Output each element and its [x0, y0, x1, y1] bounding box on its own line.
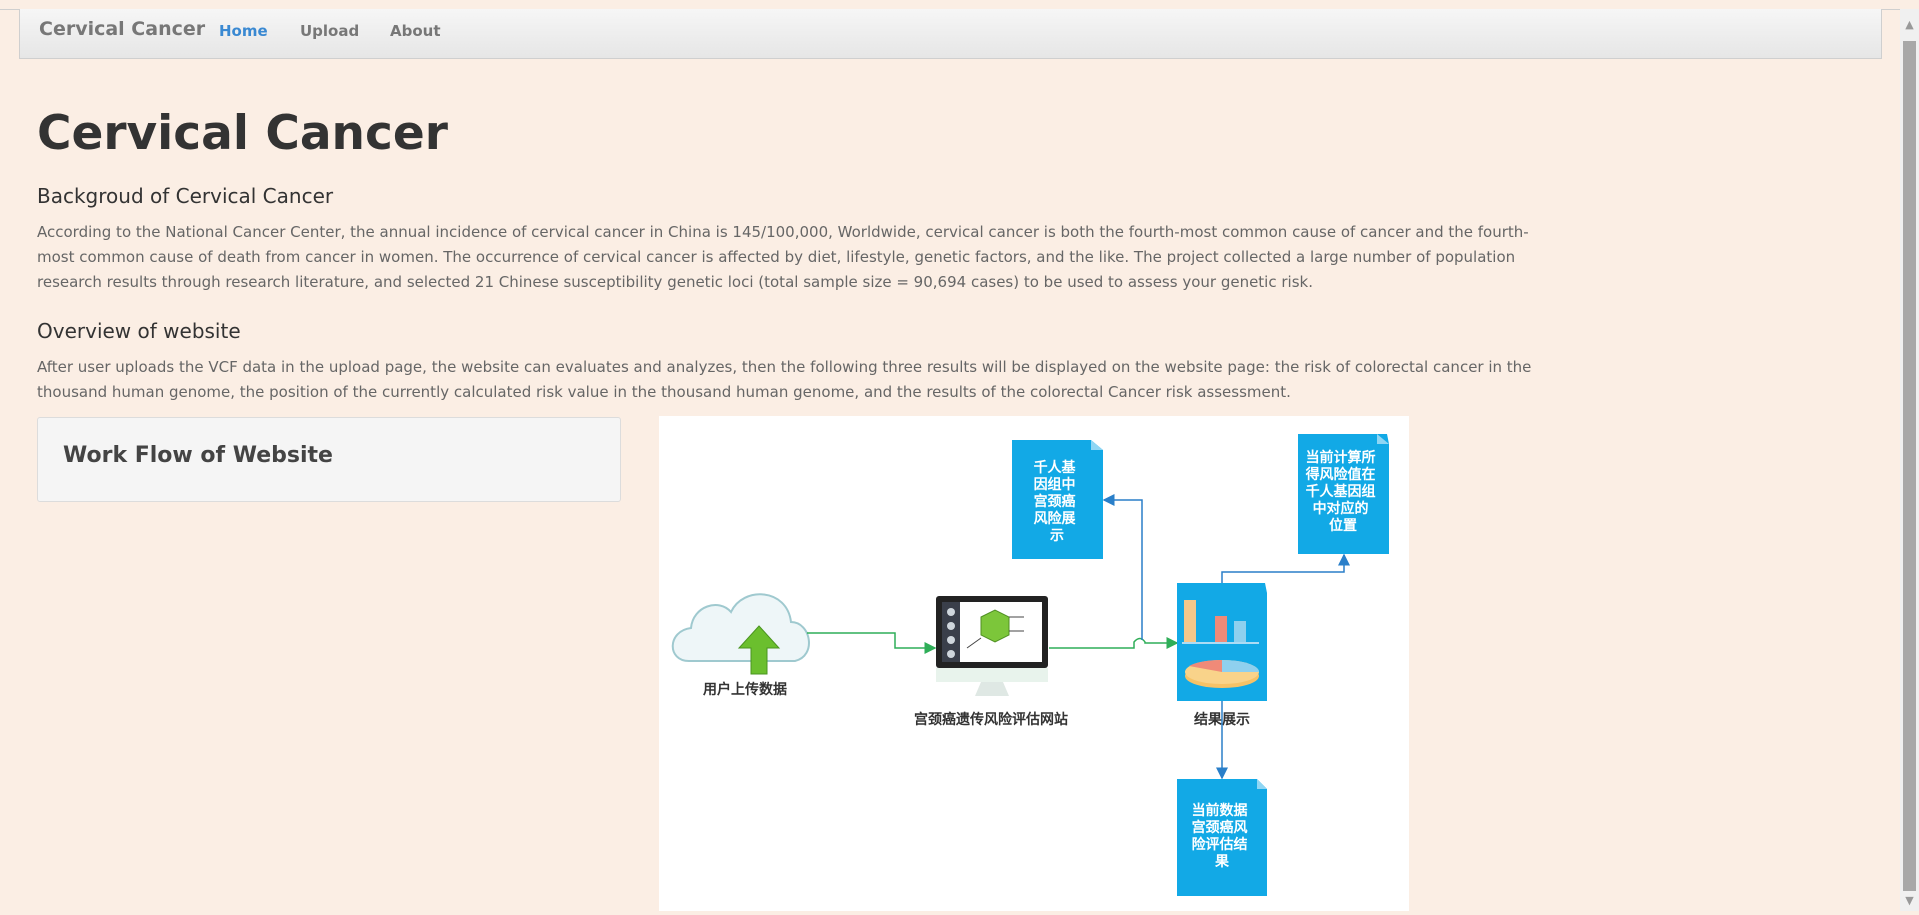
site-label: 宫颈癌遗传风险评估网站 [914, 711, 1068, 728]
doc1-line-2: 因组中 [1034, 476, 1076, 493]
doc3-line-4: 果 [1214, 854, 1230, 870]
scroll-up-arrow-icon[interactable]: ▲ [1900, 17, 1919, 33]
doc-thousand-genome-risk: 千人基 因组中 宫颈癌 风险展 示 [1012, 440, 1103, 559]
background-text: According to the National Cancer Center,… [37, 223, 1529, 291]
scroll-thumb[interactable] [1903, 41, 1916, 891]
results-chart-icon [1177, 583, 1267, 701]
doc1-line-5: 示 [1050, 528, 1064, 544]
arrow-site-to-results [1049, 637, 1179, 649]
vertical-scrollbar[interactable]: ▲ ▼ [1900, 9, 1919, 911]
brand[interactable]: Cervical Cancer [39, 18, 205, 40]
overview-text: After user uploads the VCF data in the u… [37, 358, 1532, 401]
doc3-line-3: 险评估结 [1192, 836, 1248, 853]
nav-upload-link[interactable]: Upload [300, 22, 359, 40]
doc1-line-3: 宫颈癌 [1034, 493, 1076, 510]
upload-label: 用户上传数据 [703, 681, 787, 698]
workflow-panel: Work Flow of Website [37, 417, 621, 502]
doc-risk-position: 当前计算所 得风险值在 千人基因组 中对应的 位置 [1298, 434, 1389, 554]
nav-home-link[interactable]: Home [219, 22, 268, 40]
doc2-line-1: 当前计算所 [1306, 449, 1376, 466]
doc1-line-1: 千人基 [1034, 459, 1077, 476]
scroll-down-arrow-icon[interactable]: ▼ [1900, 893, 1919, 909]
nav-about-link[interactable]: About [390, 22, 441, 40]
doc2-line-2: 得风险值在 [1305, 466, 1376, 483]
page-title: Cervical Cancer [37, 106, 448, 161]
workflow-title: Work Flow of Website [63, 443, 333, 468]
arrow-upload-to-site [807, 632, 937, 654]
doc2-line-4: 中对应的 [1313, 500, 1369, 517]
navbar: Cervical Cancer Home Upload About [19, 9, 1882, 59]
doc2-line-5: 位置 [1329, 517, 1357, 534]
doc2-line-3: 千人基因组 [1306, 483, 1376, 500]
doc3-line-1: 当前数据 [1192, 802, 1248, 819]
workflow-diagram-svg: 用户上传数据 宫颈癌遗传风险评估网站 结果展示 千人基 因组中 宫颈癌 风险展 … [671, 434, 1389, 896]
arrow-to-doc2 [1221, 553, 1350, 583]
doc1-line-4: 风险展 [1034, 510, 1076, 527]
overview-heading: Overview of website [37, 319, 241, 343]
doc-risk-assessment-result: 当前数据 宫颈癌风 险评估结 果 [1177, 779, 1267, 896]
doc3-line-2: 宫颈癌风 [1192, 819, 1248, 836]
arrow-to-doc1 [1102, 494, 1143, 640]
workflow-diagram: 用户上传数据 宫颈癌遗传风险评估网站 结果展示 千人基 因组中 宫颈癌 风险展 … [659, 416, 1409, 911]
background-heading: Backgroud of Cervical Cancer [37, 184, 334, 208]
monitor-icon [936, 596, 1048, 696]
cloud-upload-icon [671, 593, 810, 675]
